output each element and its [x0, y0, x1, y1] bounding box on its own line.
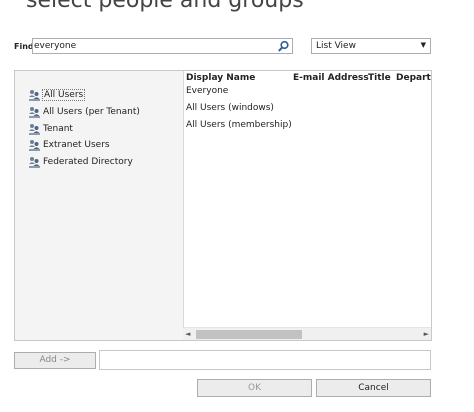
result-row[interactable]: All Users (membership) — [186, 120, 292, 130]
tree-item-label: All Users (per Tenant) — [43, 107, 140, 117]
directory-tree: All Users All Users (per Tenant) Tenant — [15, 71, 184, 340]
find-label: Find — [14, 42, 34, 51]
column-header-title[interactable]: Title — [368, 73, 391, 83]
dialog-title: select people and groups — [26, 0, 304, 13]
directory-icon — [29, 107, 40, 118]
directory-icon — [29, 140, 40, 151]
result-row[interactable]: All Users (windows) — [186, 103, 274, 113]
selected-items-field[interactable] — [99, 350, 431, 370]
scrollbar-thumb[interactable] — [196, 330, 302, 339]
find-field[interactable] — [32, 38, 293, 54]
scroll-right-icon[interactable]: ► — [424, 330, 429, 338]
directory-icon — [29, 157, 40, 168]
column-header-display-name[interactable]: Display Name — [186, 73, 255, 83]
cancel-button[interactable]: Cancel — [316, 379, 431, 397]
ok-button[interactable]: OK — [197, 379, 312, 397]
picker-panel: All Users All Users (per Tenant) Tenant — [14, 70, 432, 341]
view-select[interactable]: List View ▼ — [311, 38, 431, 54]
result-row[interactable]: Everyone — [186, 86, 228, 96]
tree-item-label: Extranet Users — [43, 140, 110, 150]
find-input[interactable] — [34, 39, 274, 53]
tree-item-label: All Users — [42, 89, 86, 101]
directory-icon — [29, 90, 40, 101]
magnifier-icon[interactable] — [277, 40, 290, 53]
chevron-down-icon[interactable]: ▼ — [421, 41, 426, 49]
column-header-email[interactable]: E-mail Address — [293, 73, 369, 83]
column-header-department[interactable]: Departn — [396, 73, 431, 83]
view-select-value: List View — [316, 41, 356, 51]
results-header: Display Name E-mail Address Title Depart… — [185, 72, 431, 84]
horizontal-scrollbar[interactable]: ◄ ► — [183, 327, 431, 340]
directory-icon — [29, 124, 40, 135]
scroll-left-icon[interactable]: ◄ — [185, 330, 190, 338]
add-button[interactable]: Add -> — [14, 352, 96, 369]
tree-item-label: Federated Directory — [43, 157, 133, 167]
tree-item-label: Tenant — [43, 124, 73, 134]
